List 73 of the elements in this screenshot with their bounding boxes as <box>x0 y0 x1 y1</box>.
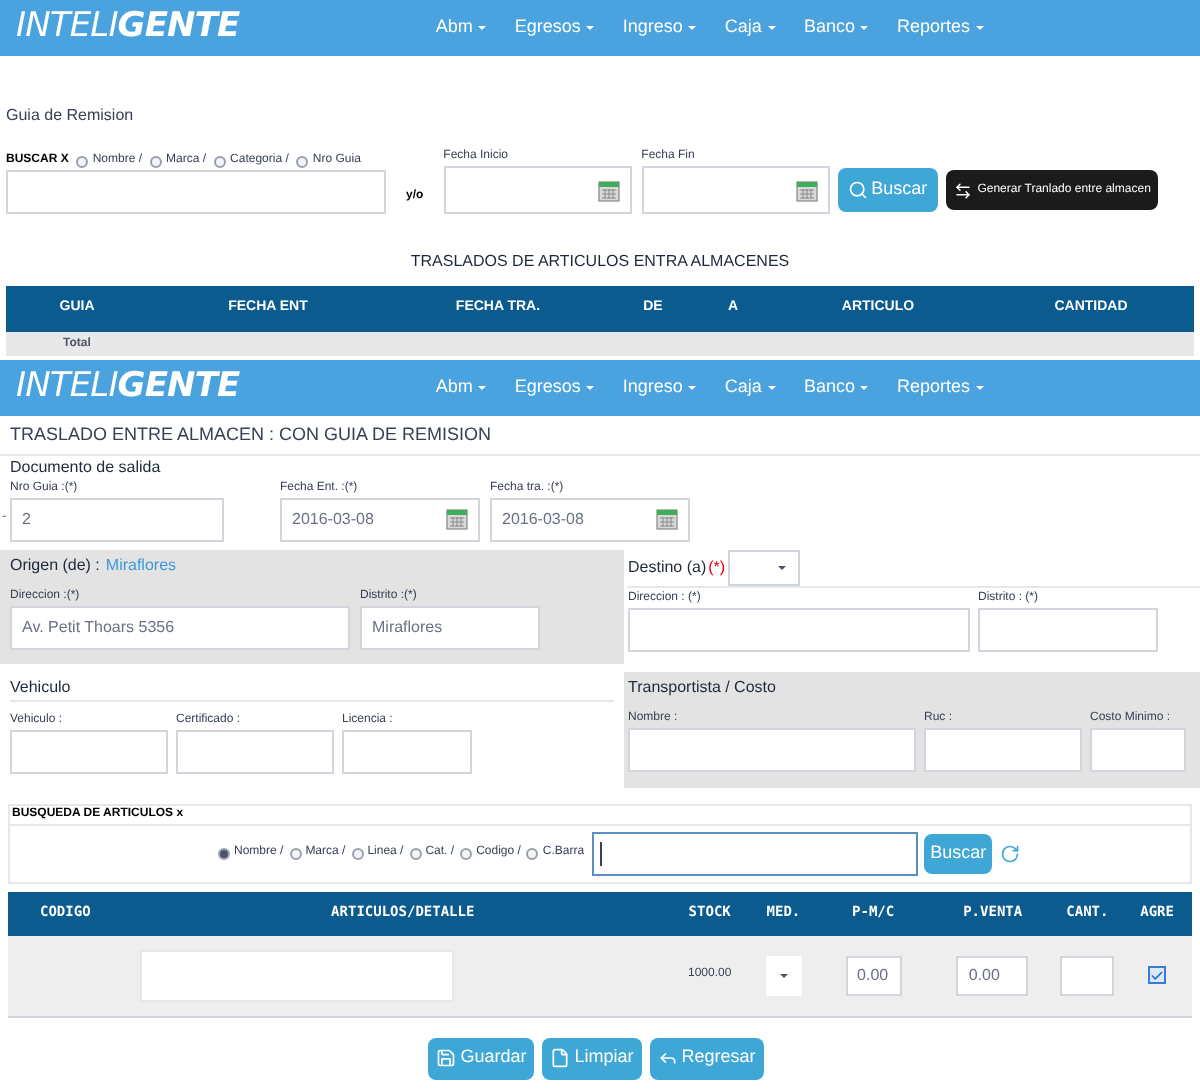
destination-select[interactable] <box>727 549 800 585</box>
radio-button[interactable] <box>460 847 473 859</box>
quantity-field[interactable] <box>1060 955 1115 995</box>
clear-button[interactable]: Limpiar <box>542 1037 642 1079</box>
section-heading: Origen (de) : <box>10 553 100 577</box>
swap-icon <box>953 181 972 199</box>
menu-item[interactable]: Ingreso <box>622 14 697 42</box>
input-field[interactable]: 2016-03-08 <box>280 497 480 541</box>
menu-item[interactable]: Egresos <box>514 14 595 42</box>
price-field[interactable]: 0.00 <box>845 955 902 995</box>
floppy-icon <box>436 1048 457 1068</box>
calendar-icon[interactable] <box>597 179 620 201</box>
radio-button[interactable] <box>409 847 422 859</box>
page-title: TRASLADO ENTRE ALMACEN : CON GUIA DE REMISION <box>0 422 1200 455</box>
input-field[interactable]: 2016-03-08 <box>490 497 690 541</box>
input-field[interactable] <box>10 729 168 773</box>
menu-item[interactable]: Banco <box>803 374 869 402</box>
input-field[interactable]: Miraflores <box>360 605 540 649</box>
reply-arrow-icon <box>657 1048 678 1068</box>
input-field[interactable] <box>6 170 386 214</box>
input-field[interactable] <box>978 607 1158 651</box>
calendar-icon[interactable] <box>656 508 678 530</box>
search-button[interactable]: Buscar <box>837 168 938 212</box>
calendar-icon[interactable] <box>795 179 818 201</box>
radio-button[interactable] <box>289 847 302 859</box>
input-field[interactable] <box>176 729 334 773</box>
input-field[interactable]: 2 <box>10 497 224 541</box>
brand-logo[interactable]: INTELIGENTE <box>16 2 240 54</box>
input-field[interactable] <box>1090 727 1186 771</box>
input-field[interactable] <box>628 727 916 771</box>
input-field[interactable] <box>342 729 472 773</box>
menu-item[interactable]: Caja <box>724 14 776 42</box>
search-button[interactable]: Buscar <box>924 833 993 873</box>
input-field[interactable] <box>628 607 970 651</box>
price-field[interactable]: 0.00 <box>956 955 1029 995</box>
radio-button[interactable] <box>526 847 539 859</box>
radio-button[interactable] <box>296 155 309 167</box>
save-button[interactable]: Guardar <box>428 1037 535 1079</box>
input-field[interactable]: Av. Petit Thoars 5356 <box>10 605 350 649</box>
table-title: TRASLADOS DE ARTICULOS ENTRA ALMACENES <box>408 250 792 274</box>
menu-item[interactable]: Banco <box>803 14 869 42</box>
section-heading: Destino (a) <box>628 555 707 579</box>
origin-link[interactable]: Miraflores <box>105 553 177 577</box>
refresh-icon[interactable] <box>1000 843 1021 863</box>
radio-button[interactable] <box>351 847 364 859</box>
brand-logo[interactable]: INTELIGENTE <box>16 362 240 414</box>
caret-icon <box>779 973 788 977</box>
radio-button[interactable] <box>150 155 163 167</box>
add-checkbox[interactable] <box>1148 966 1167 984</box>
input-field[interactable] <box>641 166 830 214</box>
search-icon <box>847 180 868 200</box>
menu-item[interactable]: Abm <box>435 374 487 402</box>
radio-button[interactable] <box>76 155 89 167</box>
menu-item[interactable]: Caja <box>724 374 776 402</box>
menu-item[interactable]: Ingreso <box>622 374 697 402</box>
document-icon <box>550 1048 571 1068</box>
section-heading: Vehiculo <box>10 675 614 701</box>
calendar-icon[interactable] <box>446 508 468 530</box>
section-heading: Documento de salida <box>10 455 163 479</box>
input-field[interactable] <box>924 727 1082 771</box>
radio-button[interactable] <box>214 155 227 167</box>
input-field[interactable] <box>443 166 632 214</box>
menu-item[interactable]: Abm <box>435 14 487 42</box>
menu-item[interactable]: Egresos <box>514 374 595 402</box>
page-heading: Guia de Remision <box>4 104 136 128</box>
back-button[interactable]: Regresar <box>649 1037 764 1079</box>
menu-item[interactable]: Reportes <box>896 374 984 402</box>
section-heading: Transportista / Costo <box>628 675 778 699</box>
caret-icon <box>777 565 786 569</box>
required-mark: (*) <box>708 555 726 579</box>
search-field[interactable] <box>592 831 919 875</box>
radio-button[interactable] <box>218 847 230 859</box>
menu-item[interactable]: Reportes <box>896 14 984 42</box>
